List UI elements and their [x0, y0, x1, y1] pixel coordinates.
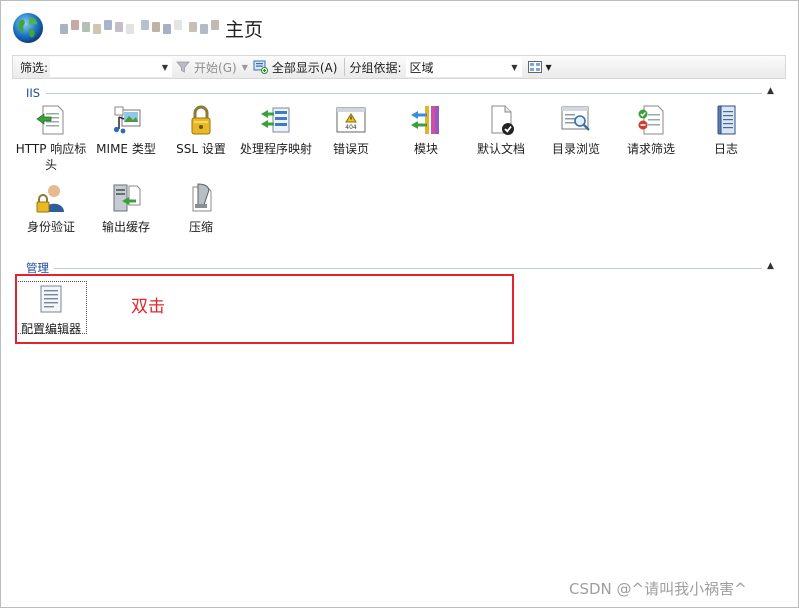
- output-caching-icon: [113, 184, 141, 212]
- blurred-name-block: [211, 20, 219, 30]
- group-by-combo[interactable]: 区域 ▼: [405, 57, 522, 77]
- modules-icon: [411, 106, 439, 134]
- feature-modules[interactable]: 模块: [388, 103, 464, 157]
- svg-text:404: 404: [345, 124, 357, 131]
- blurred-name-block: [141, 20, 149, 30]
- filter-dropdown-arrow-icon[interactable]: ▼: [162, 63, 168, 72]
- feature-label: 身份验证: [26, 220, 75, 234]
- blurred-name-block: [104, 20, 112, 30]
- authentication-icon: [36, 185, 64, 213]
- feature-mime-types[interactable]: MIME 类型: [88, 103, 164, 157]
- feature-label: 日志: [713, 142, 738, 156]
- collapse-management-chevron-icon[interactable]: ▲: [767, 261, 774, 271]
- feature-label: 处理程序映射: [239, 142, 312, 156]
- view-mode-button[interactable]: ▼: [524, 59, 555, 75]
- compression-icon: [192, 183, 212, 212]
- page-title: 主页: [225, 18, 264, 41]
- blurred-name-block: [163, 24, 171, 34]
- group-divider-iis: [46, 93, 762, 94]
- feature-error-pages[interactable]: 404 错误页: [313, 103, 389, 157]
- blurred-site-name: [60, 20, 219, 34]
- blurred-name-block: [93, 24, 101, 34]
- logging-icon: [717, 105, 736, 135]
- feature-label: SSL 设置: [176, 142, 226, 156]
- watermark: CSDN @^请叫我小祸害^: [569, 580, 747, 598]
- annotation-text: 双击: [131, 297, 165, 317]
- blurred-name-block: [174, 20, 182, 30]
- ssl-lock-icon: [191, 105, 211, 135]
- feature-label: MIME 类型: [96, 142, 156, 156]
- group-title-iis: IIS: [26, 86, 41, 100]
- default-document-icon: [491, 105, 514, 135]
- feature-label: 默认文档: [476, 142, 525, 156]
- feature-default-document[interactable]: 默认文档: [463, 103, 539, 157]
- filter-label: 筛选:: [20, 60, 49, 75]
- globe-icon: [13, 13, 43, 43]
- feature-label: 错误页: [332, 142, 369, 156]
- toolbar: 筛选: ▼ 开始(G) ▼ 全部显示(A) 分组依据: 区域 ▼ ▼: [12, 55, 786, 79]
- feature-ssl-settings[interactable]: SSL 设置: [163, 103, 239, 157]
- feature-directory-browsing[interactable]: 目录浏览: [538, 103, 614, 157]
- group-divider-management: [54, 268, 762, 269]
- error-pages-icon: 404: [336, 107, 366, 133]
- page-header: 主页: [12, 10, 263, 46]
- view-mode-dropdown-arrow-icon[interactable]: ▼: [546, 63, 552, 72]
- blurred-name-block: [71, 20, 79, 30]
- directory-browsing-icon: [561, 106, 590, 131]
- group-by-dropdown-arrow-icon[interactable]: ▼: [511, 63, 517, 72]
- blurred-name-block: [126, 24, 134, 34]
- filter-combo[interactable]: ▼: [50, 57, 173, 77]
- feature-output-caching[interactable]: 输出缓存: [88, 181, 164, 235]
- group-by-label: 分组依据:: [349, 60, 402, 75]
- start-button-label: 开始(G): [194, 60, 237, 75]
- feature-handler-mappings[interactable]: 处理程序映射: [238, 103, 314, 157]
- feature-request-filtering[interactable]: 请求筛选: [613, 103, 689, 157]
- toolbar-separator: [344, 58, 346, 76]
- blurred-name-block: [82, 22, 90, 32]
- start-dropdown-arrow-icon[interactable]: ▼: [242, 63, 248, 72]
- feature-label: HTTP 响应标头: [15, 142, 87, 172]
- show-all-label: 全部显示(A): [271, 60, 338, 75]
- highlight-box: [15, 274, 514, 344]
- show-all-button[interactable]: 全部显示(A): [250, 59, 341, 76]
- request-filtering-icon: [638, 105, 664, 135]
- view-grid-icon: [527, 61, 542, 73]
- http-response-headers-icon: [36, 105, 64, 135]
- feature-label: 请求筛选: [626, 142, 675, 156]
- blurred-name-block: [60, 24, 68, 34]
- show-all-icon: [253, 60, 268, 74]
- blurred-name-block: [115, 22, 123, 32]
- collapse-iis-chevron-icon[interactable]: ▲: [767, 86, 774, 96]
- start-button[interactable]: 开始(G): [172, 59, 240, 76]
- feature-http-response-headers[interactable]: HTTP 响应标头: [13, 103, 89, 173]
- feature-label: 目录浏览: [551, 142, 600, 156]
- handler-mappings-icon: [261, 107, 290, 133]
- group-by-value: 区域: [409, 60, 434, 75]
- feature-authentication[interactable]: 身份验证: [13, 181, 89, 235]
- mime-types-icon: [113, 106, 141, 134]
- feature-compression[interactable]: 压缩: [163, 181, 239, 235]
- feature-label: 输出缓存: [101, 220, 150, 234]
- feature-logging[interactable]: 日志: [688, 103, 764, 157]
- blurred-name-block: [200, 24, 208, 34]
- feature-label: 压缩: [188, 220, 213, 234]
- funnel-icon: [176, 61, 190, 73]
- blurred-name-block: [189, 22, 197, 32]
- blurred-name-block: [152, 22, 160, 32]
- feature-label: 模块: [413, 142, 438, 156]
